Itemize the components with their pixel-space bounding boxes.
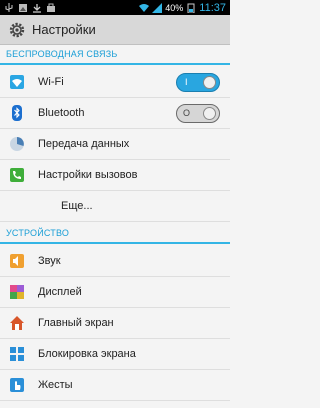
- setting-item-sound[interactable]: Звук: [0, 246, 230, 277]
- display-icon: [9, 284, 25, 300]
- speaker-icon: [9, 253, 25, 269]
- bag-icon: [46, 3, 56, 13]
- action-bar: Настройки: [0, 15, 230, 45]
- toggle-knob: [203, 107, 216, 120]
- setting-item-label: Wi-Fi: [38, 76, 64, 88]
- status-bar: 40% 11:37: [0, 0, 230, 15]
- section-header-wireless: БЕСПРОВОДНАЯ СВЯЗЬ: [0, 45, 230, 65]
- setting-item-label: Bluetooth: [38, 107, 85, 119]
- setting-item-label: Еще...: [61, 200, 93, 212]
- toggle-mark: I: [185, 77, 188, 87]
- data-usage-icon: [9, 136, 25, 152]
- page-title: Настройки: [32, 22, 96, 37]
- bluetooth-toggle[interactable]: O: [176, 104, 220, 123]
- gesture-icon: [9, 377, 25, 393]
- setting-item-label: Главный экран: [38, 317, 114, 329]
- settings-gear-icon[interactable]: [8, 21, 26, 39]
- setting-item-label: Блокировка экрана: [38, 348, 136, 360]
- wifi-icon: [139, 3, 150, 13]
- bluetooth-icon: [9, 105, 25, 121]
- setting-item-bluetooth[interactable]: Bluetooth O: [0, 98, 230, 129]
- setting-item-lock-screen[interactable]: Блокировка экрана: [0, 339, 230, 370]
- setting-item-gestures[interactable]: Жесты: [0, 370, 230, 401]
- setting-item-label: Настройки вызовов: [38, 169, 138, 181]
- wifi-icon: [9, 74, 25, 90]
- phone-icon: [9, 167, 25, 183]
- usb-icon: [4, 2, 14, 13]
- setting-item-more[interactable]: Еще...: [0, 191, 230, 222]
- download-icon: [32, 3, 42, 13]
- setting-item-label: Дисплей: [38, 286, 82, 298]
- setting-item-display[interactable]: Дисплей: [0, 277, 230, 308]
- status-left-icons: [4, 2, 56, 13]
- wifi-toggle[interactable]: I: [176, 73, 220, 92]
- status-right-icons: 40% 11:37: [139, 2, 226, 14]
- toggle-knob: [203, 76, 216, 89]
- section-header-device: УСТРОЙСТВО: [0, 224, 230, 244]
- setting-item-label: Звук: [38, 255, 61, 267]
- setting-item-data-usage[interactable]: Передача данных: [0, 129, 230, 160]
- home-icon: [9, 315, 25, 331]
- signal-icon: [152, 2, 163, 13]
- battery-percent: 40%: [165, 2, 184, 13]
- photo-icon: [18, 3, 28, 13]
- toggle-mark: O: [183, 108, 191, 118]
- battery-icon: [186, 3, 196, 13]
- setting-item-wifi[interactable]: Wi-Fi I: [0, 67, 230, 98]
- lock-screen-icon: [9, 346, 25, 362]
- setting-item-home-screen[interactable]: Главный экран: [0, 308, 230, 339]
- setting-item-label: Передача данных: [38, 138, 130, 150]
- setting-item-call-settings[interactable]: Настройки вызовов: [0, 160, 230, 191]
- clock: 11:37: [199, 1, 226, 14]
- setting-item-label: Жесты: [38, 379, 73, 391]
